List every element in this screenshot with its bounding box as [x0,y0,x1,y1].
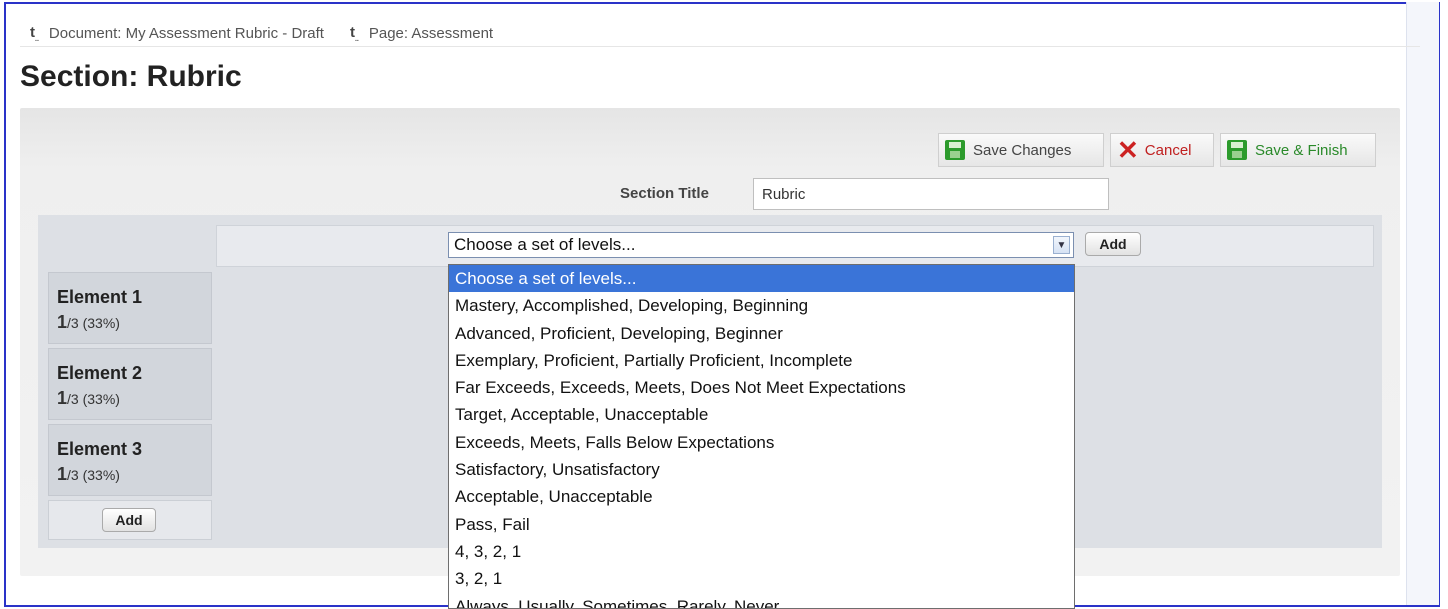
dropdown-option[interactable]: Exemplary, Proficient, Partially Profici… [449,347,1074,374]
up-arrow-icon: t.. [30,23,39,43]
element-count-rest: /3 (33%) [67,467,120,483]
dropdown-option[interactable]: Pass, Fail [449,511,1074,538]
dropdown-option[interactable]: 3, 2, 1 [449,565,1074,592]
levels-select-value: Choose a set of levels... [454,235,636,254]
page-title: Section: Rubric [20,60,242,93]
element-name: Element 1 [57,287,143,307]
right-scroll-area[interactable] [1406,2,1439,605]
element-count-number: 1 [57,312,68,332]
close-icon: ✕ [1117,135,1139,165]
dropdown-option[interactable]: Target, Acceptable, Unacceptable [449,401,1074,428]
up-arrow-icon: t.. [349,23,359,43]
save-changes-label: Save Changes [973,141,1072,159]
element-name: Element 3 [57,439,143,459]
save-finish-button[interactable]: Save & Finish [1220,133,1376,167]
cancel-label: Cancel [1144,141,1192,159]
element-item[interactable]: Element 2 1/3 (33%) [48,348,212,420]
element-count-rest: /3 (33%) [67,315,120,331]
breadcrumb: t.. Document: My Assessment Rubric - Dra… [30,22,519,44]
breadcrumb-document[interactable]: t.. Document: My Assessment Rubric - Dra… [30,24,324,43]
levels-dropdown-list[interactable]: Choose a set of levels... Mastery, Accom… [448,264,1075,609]
save-icon [945,140,965,160]
dropdown-option[interactable]: Advanced, Proficient, Developing, Beginn… [449,320,1074,347]
dropdown-option[interactable]: Far Exceeds, Exceeds, Meets, Does Not Me… [449,374,1074,401]
cancel-button[interactable]: ✕ Cancel [1110,133,1214,167]
save-icon [1227,140,1247,160]
element-count-rest: /3 (33%) [67,391,120,407]
dropdown-option[interactable]: Exceeds, Meets, Falls Below Expectations [449,429,1074,456]
element-item[interactable]: Element 1 1/3 (33%) [48,272,212,344]
element-item[interactable]: Element 3 1/3 (33%) [48,424,212,496]
section-title-input[interactable] [753,178,1109,210]
element-count-number: 1 [57,388,68,408]
chevron-down-icon[interactable]: ▼ [1053,236,1070,254]
breadcrumb-page[interactable]: t.. Page: Assessment [350,24,493,43]
save-finish-label: Save & Finish [1255,141,1348,159]
element-count: 1/3 (33%) [57,388,211,409]
dropdown-option[interactable]: Satisfactory, Unsatisfactory [449,456,1074,483]
breadcrumb-divider [20,46,1420,47]
dropdown-option[interactable]: Acceptable, Unacceptable [449,483,1074,510]
dropdown-option[interactable]: Always, Usually, Sometimes, Rarely, Neve… [449,593,1074,608]
element-count-number: 1 [57,464,68,484]
section-title-label: Section Title [620,185,709,202]
element-name: Element 2 [57,363,143,383]
levels-select[interactable]: Choose a set of levels... ▼ [448,232,1074,258]
dropdown-option[interactable]: Mastery, Accomplished, Developing, Begin… [449,292,1074,319]
element-count: 1/3 (33%) [57,464,211,485]
save-changes-button[interactable]: Save Changes [938,133,1104,167]
add-levels-button[interactable]: Add [1085,232,1141,256]
element-count: 1/3 (33%) [57,312,211,333]
dropdown-option[interactable]: 4, 3, 2, 1 [449,538,1074,565]
breadcrumb-page-label[interactable]: Page: Assessment [369,25,493,42]
dropdown-option[interactable]: Choose a set of levels... [449,265,1074,293]
add-element-button[interactable]: Add [102,508,156,532]
breadcrumb-document-label[interactable]: Document: My Assessment Rubric - Draft [49,25,324,42]
